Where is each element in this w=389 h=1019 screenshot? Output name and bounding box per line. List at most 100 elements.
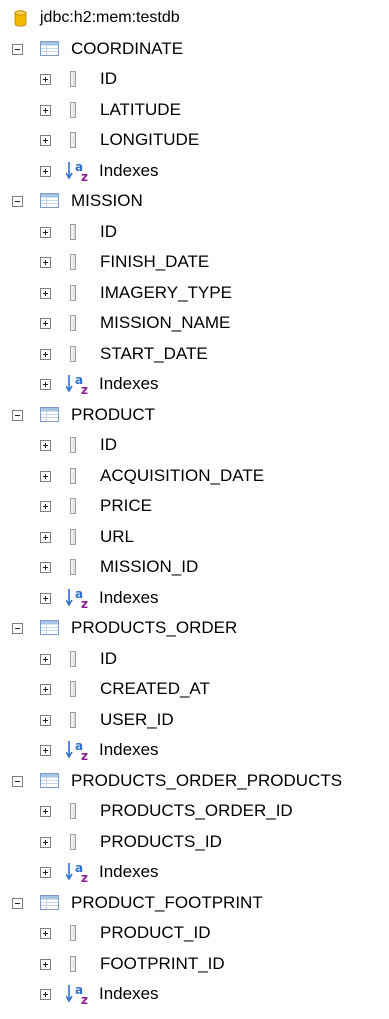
column-node-products-id[interactable]: PRODUCTS_ID [0, 827, 389, 858]
schema-tree: jdbc:h2:mem:testdb COORDINATE ID LATITUDE L… [0, 0, 389, 1010]
indexes-node[interactable]: a z Indexes [0, 735, 389, 766]
column-node-user-id[interactable]: USER_ID [0, 705, 389, 736]
expand-icon[interactable] [40, 257, 51, 268]
column-node-latitude[interactable]: LATITUDE [0, 95, 389, 126]
collapse-icon[interactable] [12, 43, 23, 55]
expand-icon[interactable] [40, 592, 51, 604]
column-node-mission-name[interactable]: MISSION_NAME [0, 308, 389, 339]
expand-icon[interactable] [40, 135, 51, 146]
column-node-url[interactable]: URL [0, 522, 389, 553]
sort-az-icon: az [66, 739, 92, 761]
column-node-id[interactable]: ID [0, 644, 389, 675]
column-icon [70, 528, 76, 545]
expand-icon[interactable] [40, 867, 51, 878]
column-name: ID [100, 435, 117, 454]
column-node-id[interactable]: ID [0, 217, 389, 248]
column-node-footprint-id[interactable]: FOOTPRINT_ID [0, 949, 389, 980]
column-name: LATITUDE [100, 99, 181, 119]
expand-icon[interactable] [40, 745, 51, 756]
column-name: FOOTPRINT_ID [100, 953, 225, 973]
expand-icon[interactable] [40, 74, 51, 85]
column-node-imagery-type[interactable]: IMAGERY_TYPE [0, 278, 389, 309]
column-icon [70, 315, 76, 331]
expand-icon[interactable] [40, 958, 51, 970]
indexes-node[interactable]: a z Indexes [0, 979, 389, 1010]
column-node-product-id[interactable]: PRODUCT_ID [0, 918, 389, 949]
column-icon [70, 345, 76, 362]
column-node-id[interactable]: ID [0, 430, 389, 461]
indexes-label: Indexes [99, 740, 159, 759]
expand-icon[interactable] [40, 287, 51, 299]
column-node-finish-date[interactable]: FINISH_DATE [0, 247, 389, 278]
collapse-icon[interactable] [12, 409, 23, 421]
indexes-label: Indexes [99, 374, 159, 393]
column-node-longitude[interactable]: LONGITUDE [0, 125, 389, 156]
table-icon [40, 40, 59, 56]
table-node-mission[interactable]: MISSION [0, 186, 389, 217]
expand-icon[interactable] [40, 989, 51, 1000]
expand-icon[interactable] [40, 226, 51, 238]
table-node-coordinate[interactable]: COORDINATE [0, 34, 389, 65]
indexes-label: Indexes [99, 587, 159, 607]
column-node-id[interactable]: ID [0, 64, 389, 95]
column-name: ACQUISITION_DATE [100, 465, 265, 485]
table-name: PRODUCTS_ORDER_PRODUCTS [71, 770, 343, 790]
column-node-start-date[interactable]: START_DATE [0, 339, 389, 370]
indexes-node[interactable]: a z Indexes [0, 156, 389, 187]
column-icon [70, 833, 76, 850]
expand-icon[interactable] [40, 836, 51, 848]
expand-icon[interactable] [40, 318, 51, 329]
expand-icon[interactable] [40, 928, 51, 939]
column-name: USER_ID [100, 709, 174, 729]
column-node-created-at[interactable]: CREATED_AT [0, 674, 389, 705]
indexes-node[interactable]: a z Indexes [0, 857, 389, 888]
table-node-product[interactable]: PRODUCT [0, 400, 389, 431]
indexes-node[interactable]: a z Indexes [0, 583, 389, 614]
column-name: ID [100, 221, 117, 241]
table-node-products-order-products[interactable]: PRODUCTS_ORDER_PRODUCTS [0, 766, 389, 797]
table-name: COORDINATE [71, 38, 184, 58]
table-node-products-order[interactable]: PRODUCTS_ORDER [0, 613, 389, 644]
expand-icon[interactable] [40, 165, 51, 177]
expand-icon[interactable] [40, 440, 51, 451]
expand-icon[interactable] [40, 379, 51, 390]
column-node-price[interactable]: PRICE [0, 491, 389, 522]
column-node-acquisition-date[interactable]: ACQUISITION_DATE [0, 461, 389, 492]
indexes-node[interactable]: a z Indexes [0, 369, 389, 400]
column-icon [70, 132, 76, 148]
svg-text:z: z [81, 749, 88, 761]
expand-icon[interactable] [40, 470, 51, 482]
collapse-icon[interactable] [12, 897, 23, 909]
collapse-icon[interactable] [12, 775, 23, 787]
expand-icon[interactable] [40, 348, 51, 360]
column-name: IMAGERY_TYPE [100, 282, 232, 302]
table-icon [40, 193, 59, 208]
column-node-products-order-id[interactable]: PRODUCTS_ORDER_ID [0, 796, 389, 827]
expand-icon[interactable] [40, 653, 51, 665]
connection-label: jdbc:h2:mem:testdb [40, 9, 180, 26]
sort-az-icon: az [66, 587, 92, 609]
svg-text:z: z [81, 383, 88, 395]
expand-icon[interactable] [40, 562, 51, 573]
indexes-label: Indexes [99, 160, 159, 180]
svg-text:z: z [81, 170, 88, 182]
column-name: MISSION_ID [100, 557, 199, 576]
expand-icon[interactable] [40, 501, 51, 512]
expand-icon[interactable] [40, 104, 51, 116]
table-node-product-footprint[interactable]: PRODUCT_FOOTPRINT [0, 888, 389, 919]
table-name: PRODUCT_FOOTPRINT [71, 892, 263, 912]
tree-root[interactable]: jdbc:h2:mem:testdb [0, 3, 389, 34]
collapse-icon[interactable] [12, 623, 23, 634]
column-icon [70, 803, 76, 819]
column-icon [70, 925, 76, 941]
column-name: CREATED_AT [100, 679, 210, 698]
column-icon [70, 437, 76, 453]
collapse-icon[interactable] [12, 196, 23, 207]
column-name: PRICE [100, 496, 152, 515]
expand-icon[interactable] [40, 531, 51, 543]
indexes-label: Indexes [99, 862, 159, 881]
expand-icon[interactable] [40, 714, 51, 726]
column-node-mission-id[interactable]: MISSION_ID [0, 552, 389, 583]
expand-icon[interactable] [40, 684, 51, 695]
expand-icon[interactable] [40, 806, 51, 817]
